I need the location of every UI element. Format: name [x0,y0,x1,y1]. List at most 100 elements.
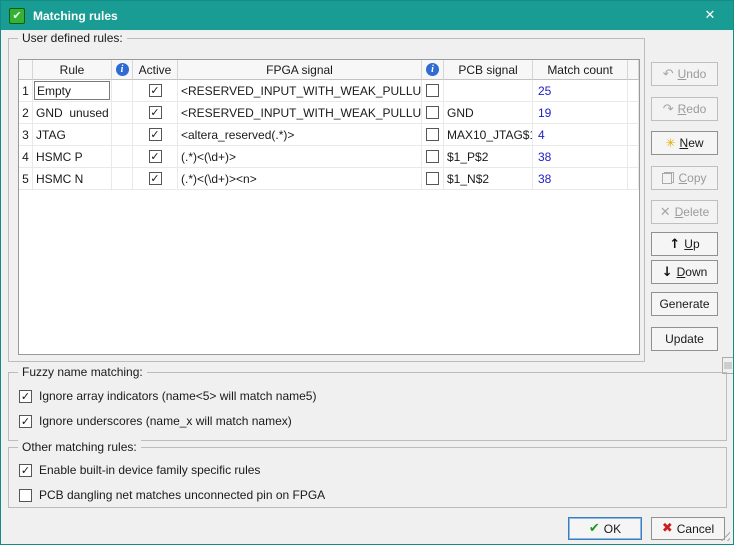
update-label: Update [665,332,704,346]
fpga-signal-cell[interactable]: (.*)<(\d+)> [178,146,422,168]
rule-cell[interactable]: JTAG [33,124,112,146]
generate-button[interactable]: Generate [651,292,718,316]
row-number[interactable]: 3 [19,124,33,146]
flag-checkbox[interactable] [426,84,439,97]
flag-checkbox[interactable] [426,150,439,163]
table-row: 4 HSMC P ✓ (.*)<(\d+)> $1_P$2 38 [19,146,639,168]
cancel-label: Cancel [677,522,714,536]
pcb-signal-cell[interactable]: $1_P$2 [444,146,533,168]
table-header-row: Rule i Active FPGA signal i PCB signal M… [19,60,639,80]
row-number[interactable]: 2 [19,102,33,124]
rule-cell[interactable]: HSMC N [33,168,112,190]
builtin-rules-checkbox[interactable]: ✓ [19,464,32,477]
ignore-underscores-option[interactable]: ✓ Ignore underscores (name_x will match … [19,413,292,429]
up-label: Up [684,237,699,251]
flag-checkbox[interactable] [426,106,439,119]
filler-cell [628,80,639,102]
active-cell[interactable]: ✓ [133,146,178,168]
dangling-net-checkbox[interactable] [19,489,32,502]
pcb-signal-cell[interactable]: GND [444,102,533,124]
down-label: Down [677,265,708,279]
down-button[interactable]: ↓ Down [651,260,718,284]
flag-cell[interactable] [422,146,444,168]
active-checkbox[interactable]: ✓ [149,106,162,119]
ok-label: OK [604,522,621,536]
flag-cell[interactable] [422,80,444,102]
pcb-signal-cell[interactable]: MAX10_JTAG$1 [444,124,533,146]
active-cell[interactable]: ✓ [133,124,178,146]
info-cell [112,146,133,168]
flag-cell[interactable] [422,102,444,124]
row-number[interactable]: 1 [19,80,33,102]
ignore-underscores-text: Ignore underscores (name_x will match na… [39,414,292,428]
active-checkbox[interactable]: ✓ [149,150,162,163]
active-checkbox[interactable]: ✓ [149,128,162,141]
dangling-net-text: PCB dangling net matches unconnected pin… [39,488,325,502]
info-icon: i [116,63,129,76]
new-button[interactable]: ✳ New [651,131,718,155]
titlebar[interactable]: ✔ Matching rules ✕ [1,1,733,30]
ok-button[interactable]: ✔ OK [568,517,642,540]
rule-cell[interactable]: Empty [33,80,112,102]
filler-cell [628,168,639,190]
pcb-signal-cell[interactable]: $1_N$2 [444,168,533,190]
fpga-signal-cell[interactable]: <RESERVED_INPUT_WITH_WEAK_PULLUP> [178,102,422,124]
user-defined-rules-label: User defined rules: [18,31,127,45]
flag-checkbox[interactable] [426,128,439,141]
cancel-x-icon: ✖ [662,522,673,535]
flag-checkbox[interactable] [426,172,439,185]
col-header-pcb-signal: PCB signal [444,60,533,80]
match-count-cell: 4 [533,124,628,146]
down-arrow-icon: ↓ [662,266,673,279]
table-row: 2 GND unused ✓ <RESERVED_INPUT_WITH_WEAK… [19,102,639,124]
active-cell[interactable]: ✓ [133,102,178,124]
info-cell [112,124,133,146]
update-button[interactable]: Update [651,327,718,351]
redo-label: Redo [678,102,707,116]
flag-cell[interactable] [422,124,444,146]
row-number[interactable]: 4 [19,146,33,168]
fpga-signal-cell[interactable]: <altera_reserved(.*)> [178,124,422,146]
flag-cell[interactable] [422,168,444,190]
delete-button[interactable]: ✕ Delete [651,200,718,224]
ignore-array-indicators-option[interactable]: ✓ Ignore array indicators (name<5> will … [19,388,316,404]
app-icon: ✔ [9,8,25,24]
undo-button[interactable]: ↶ Undo [651,62,718,86]
other-matching-rules-label: Other matching rules: [18,440,141,454]
filler-cell [628,146,639,168]
rules-table[interactable]: Rule i Active FPGA signal i PCB signal M… [18,59,640,355]
up-arrow-icon: ↑ [669,238,680,251]
dangling-net-option[interactable]: PCB dangling net matches unconnected pin… [19,487,325,503]
cancel-button[interactable]: ✖ Cancel [651,517,725,540]
row-number[interactable]: 5 [19,168,33,190]
match-count-cell: 38 [533,168,628,190]
active-cell[interactable]: ✓ [133,168,178,190]
up-button[interactable]: ↑ Up [651,232,718,256]
col-header-match-count: Match count [533,60,628,80]
col-header-active: Active [133,60,178,80]
builtin-rules-option[interactable]: ✓ Enable built-in device family specific… [19,462,260,478]
table-row: 3 JTAG ✓ <altera_reserved(.*)> MAX10_JTA… [19,124,639,146]
fpga-signal-cell[interactable]: <RESERVED_INPUT_WITH_WEAK_PULLUP> [178,80,422,102]
rule-cell[interactable]: HSMC P [33,146,112,168]
rule-cell[interactable]: GND unused [33,102,112,124]
redo-button[interactable]: ↷ Redo [651,97,718,121]
col-header-info1: i [112,60,133,80]
user-defined-rules-group: User defined rules: Rule i Active FPGA s… [8,38,645,362]
copy-button[interactable]: Copy [651,166,718,190]
table-row: 5 HSMC N ✓ (.*)<(\d+)><n> $1_N$2 38 [19,168,639,190]
active-checkbox[interactable]: ✓ [149,84,162,97]
fpga-signal-cell[interactable]: (.*)<(\d+)><n> [178,168,422,190]
delete-label: Delete [675,205,710,219]
active-cell[interactable]: ✓ [133,80,178,102]
info-cell [112,168,133,190]
info-cell [112,102,133,124]
scrollbar-thumb[interactable] [724,362,732,369]
table-row: 1 Empty ✓ <RESERVED_INPUT_WITH_WEAK_PULL… [19,80,639,102]
ignore-array-indicators-checkbox[interactable]: ✓ [19,390,32,403]
close-button[interactable]: ✕ [687,1,733,30]
rule-name-editor[interactable]: Empty [34,81,110,100]
active-checkbox[interactable]: ✓ [149,172,162,185]
ignore-underscores-checkbox[interactable]: ✓ [19,415,32,428]
pcb-signal-cell[interactable] [444,80,533,102]
